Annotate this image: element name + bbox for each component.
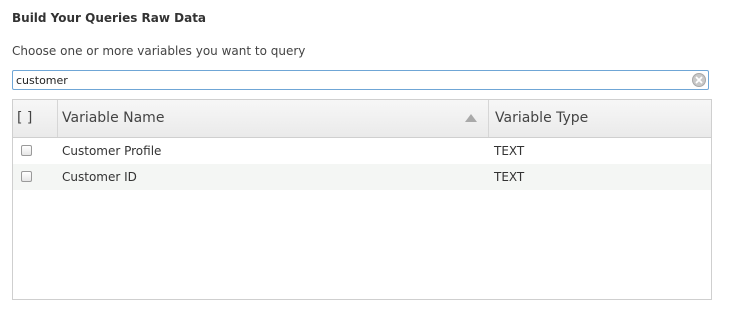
variable-name-cell: Customer ID xyxy=(62,170,137,184)
variable-name-header-label: Variable Name xyxy=(62,110,165,126)
sort-ascending-icon xyxy=(465,114,477,122)
variable-type-cell: TEXT xyxy=(494,144,525,158)
search-box xyxy=(12,70,709,90)
variable-name-cell: Customer Profile xyxy=(62,144,162,158)
variable-name-header[interactable]: Variable Name xyxy=(58,100,489,137)
clear-search-icon[interactable] xyxy=(692,73,706,87)
row-checkbox[interactable] xyxy=(21,145,32,156)
search-input[interactable] xyxy=(16,72,686,88)
select-all-header[interactable]: [ ] xyxy=(13,100,58,137)
dialog-title: Build Your Queries Raw Data xyxy=(12,11,207,25)
variable-type-header[interactable]: Variable Type xyxy=(489,100,711,137)
row-checkbox-cell xyxy=(21,138,35,164)
row-checkbox-cell xyxy=(21,164,35,190)
row-checkbox[interactable] xyxy=(21,171,32,182)
grid-header: [ ] Variable Name Variable Type xyxy=(13,100,711,138)
table-row[interactable]: Customer Profile TEXT xyxy=(13,138,711,164)
variables-grid: [ ] Variable Name Variable Type Customer… xyxy=(12,99,712,300)
instruction-text: Choose one or more variables you want to… xyxy=(12,44,306,58)
variable-type-cell: TEXT xyxy=(494,170,525,184)
table-row[interactable]: Customer ID TEXT xyxy=(13,164,711,190)
